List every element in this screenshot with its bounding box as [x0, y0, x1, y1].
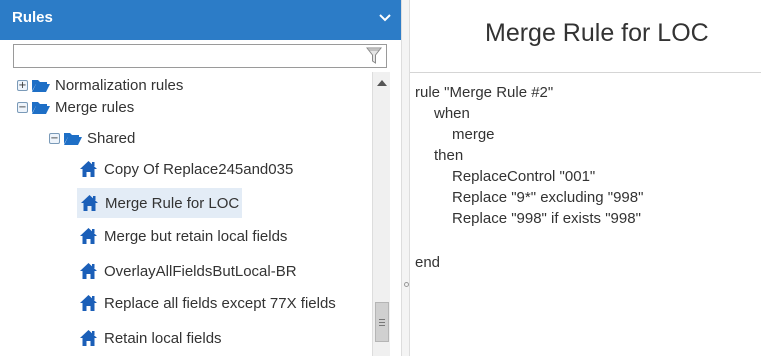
tree-item-rule[interactable]: Copy Of Replace245and035: [79, 156, 293, 182]
rule-line: merge: [452, 126, 495, 143]
scrollbar-thumb[interactable]: [375, 302, 389, 342]
tree-scrollbar[interactable]: [372, 72, 390, 356]
panel-splitter[interactable]: [401, 0, 410, 356]
folder-open-icon: [32, 102, 50, 114]
home-icon: [80, 330, 97, 346]
rule-line: then: [434, 147, 464, 164]
collapse-icon[interactable]: −: [49, 132, 60, 144]
home-icon: [80, 263, 97, 279]
rules-filter-box: [13, 44, 387, 68]
rule-line: when: [434, 105, 470, 122]
rule-detail-panel: Merge Rule for LOC rule "Merge Rule #2" …: [410, 0, 761, 356]
tree-item-rule[interactable]: Merge but retain local fields: [79, 223, 287, 249]
tree-item-rule[interactable]: OverlayAllFieldsButLocal-BR: [79, 258, 297, 284]
home-icon: [80, 295, 97, 311]
scroll-up-arrow-icon[interactable]: [377, 80, 387, 86]
expand-icon[interactable]: +: [17, 79, 28, 91]
rules-tree: + Normalization rules − Merge rules − Sh…: [0, 72, 372, 356]
home-icon: [80, 161, 97, 177]
rule-line: rule "Merge Rule #2": [415, 84, 554, 101]
collapse-icon[interactable]: −: [17, 101, 28, 113]
home-icon: [81, 195, 98, 211]
rules-panel-header: Rules: [0, 0, 401, 40]
tree-item-rule-selected[interactable]: Merge Rule for LOC: [77, 188, 243, 218]
tree-item-label: Replace all fields except 77X fields: [104, 294, 336, 312]
rule-line: Replace "9*" excluding "998": [452, 189, 644, 206]
funnel-filter-icon[interactable]: [365, 47, 383, 65]
tree-item-label: Retain local fields: [104, 329, 222, 347]
chevron-down-icon[interactable]: [375, 8, 395, 28]
tree-item-shared[interactable]: − Shared: [49, 125, 135, 151]
panel-title: Rules: [12, 9, 53, 26]
splitter-grip-icon[interactable]: [404, 282, 409, 287]
tree-item-merge-rules[interactable]: − Merge rules: [17, 94, 134, 120]
tree-item-label: Normalization rules: [55, 76, 184, 94]
tree-item-label: Shared: [87, 129, 136, 147]
rules-filter-input[interactable]: [14, 45, 354, 67]
rules-panel: Rules + Normalization rules − Merge rule…: [0, 0, 401, 356]
home-icon: [80, 228, 97, 244]
rule-line: ReplaceControl "001": [452, 168, 596, 185]
divider: [410, 72, 761, 73]
tree-item-label: OverlayAllFieldsButLocal-BR: [104, 262, 297, 280]
tree-item-rule[interactable]: Retain local fields: [79, 325, 222, 351]
tree-item-label: Merge but retain local fields: [104, 227, 288, 245]
tree-item-rule[interactable]: Replace all fields except 77X fields: [79, 290, 336, 316]
rule-title: Merge Rule for LOC: [485, 19, 709, 47]
tree-item-label: Merge Rule for LOC: [105, 194, 240, 212]
rule-line: Replace "998" if exists "998": [452, 210, 641, 227]
rule-line: end: [415, 254, 441, 271]
folder-open-icon: [32, 80, 50, 92]
tree-item-label: Merge rules: [55, 98, 135, 116]
tree-item-label: Copy Of Replace245and035: [104, 160, 294, 178]
folder-open-icon: [64, 133, 82, 145]
